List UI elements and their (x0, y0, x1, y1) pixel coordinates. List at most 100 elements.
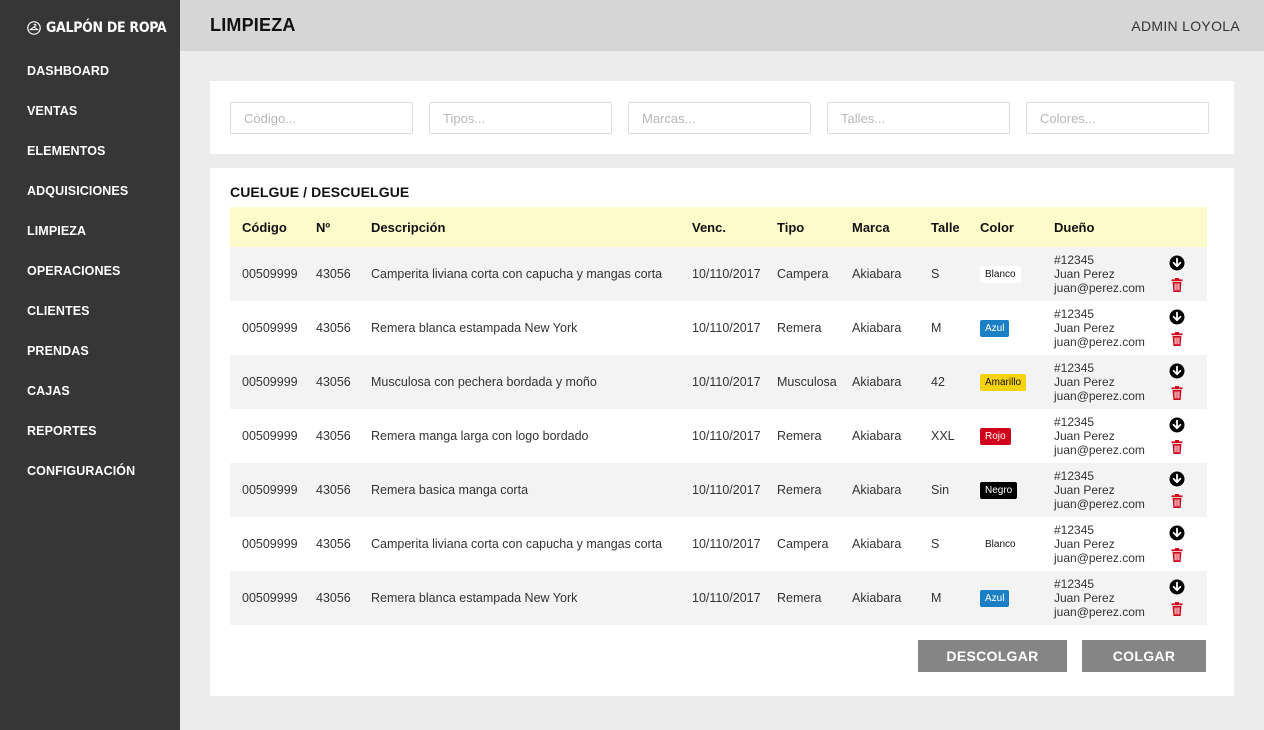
table-row[interactable]: 00509999 43056 Musculosa con pechera bor… (230, 355, 1207, 409)
cell-actions (1157, 463, 1207, 517)
cell-dueno: #12345 Juan Perez juan@perez.com (1042, 301, 1157, 355)
trash-icon[interactable] (1169, 547, 1185, 563)
sidebar-item-elementos[interactable]: ELEMENTOS (0, 136, 180, 176)
descolgar-button[interactable]: DESCOLGAR (918, 640, 1067, 672)
sidebar-item-configuracion[interactable]: CONFIGURACIÓN (0, 456, 180, 496)
owner-id: #12345 (1054, 307, 1095, 321)
color-badge: Blanco (980, 265, 1021, 283)
trash-icon[interactable] (1169, 277, 1185, 293)
sidebar: GALPÓN DE ROPA DASHBOARD VENTAS ELEMENTO… (0, 0, 180, 730)
colgar-button[interactable]: COLGAR (1082, 640, 1206, 672)
arrow-down-circle-icon[interactable] (1169, 471, 1185, 487)
sidebar-item-operaciones[interactable]: OPERACIONES (0, 256, 180, 296)
owner-email[interactable]: juan@perez.com (1054, 335, 1157, 349)
owner-id: #12345 (1054, 523, 1095, 537)
column-header-talle[interactable]: Talle (919, 207, 968, 247)
column-header-color[interactable]: Color (968, 207, 1042, 247)
table-row[interactable]: 00509999 43056 Remera blanca estampada N… (230, 301, 1207, 355)
sidebar-item-cajas[interactable]: CAJAS (0, 376, 180, 416)
brand-name: GALPÓN DE ROPA (46, 20, 167, 36)
color-badge: Rojo (980, 427, 1011, 445)
cell-venc: 10/110/2017 (692, 429, 761, 443)
colores-filter-input[interactable] (1026, 102, 1209, 134)
sidebar-item-reportes[interactable]: REPORTES (0, 416, 180, 456)
arrow-down-circle-icon[interactable] (1169, 309, 1185, 325)
sidebar-item-limpieza[interactable]: LIMPIEZA (0, 216, 180, 256)
codigo-filter-input[interactable] (230, 102, 413, 134)
owner-email[interactable]: juan@perez.com (1054, 605, 1157, 619)
cell-venc: 10/110/2017 (692, 267, 761, 281)
table-row[interactable]: 00509999 43056 Remera blanca estampada N… (230, 571, 1207, 625)
owner-email[interactable]: juan@perez.com (1054, 497, 1157, 511)
trash-icon[interactable] (1169, 601, 1185, 617)
column-header-tipo[interactable]: Tipo (765, 207, 840, 247)
column-header-dueno[interactable]: Dueño (1042, 207, 1157, 247)
color-badge: Negro (980, 481, 1018, 499)
color-badge: Azul (980, 319, 1010, 337)
cell-descripcion: Camperita liviana corta con capucha y ma… (371, 267, 663, 281)
trash-icon[interactable] (1169, 493, 1185, 509)
cell-descripcion: Remera basica manga corta (371, 483, 529, 497)
sidebar-item-adquisiciones[interactable]: ADQUISICIONES (0, 176, 180, 216)
cell-marca: Akiabara (852, 429, 902, 443)
trash-icon[interactable] (1169, 385, 1185, 401)
top-bar: LIMPIEZA ADMIN LOYOLA (180, 0, 1264, 51)
arrow-down-circle-icon[interactable] (1169, 579, 1185, 595)
cell-marca: Akiabara (852, 483, 902, 497)
cell-color: Negro (968, 463, 1042, 517)
table-row[interactable]: 00509999 43056 Remera basica manga corta… (230, 463, 1207, 517)
arrow-down-circle-icon[interactable] (1169, 255, 1185, 271)
owner-email[interactable]: juan@perez.com (1054, 551, 1157, 565)
cell-descripcion: Remera blanca estampada New York (371, 321, 578, 335)
table-row[interactable]: 00509999 43056 Camperita liviana corta c… (230, 517, 1207, 571)
sidebar-item-clientes[interactable]: CLIENTES (0, 296, 180, 336)
filter-bar (210, 81, 1234, 154)
column-header-marca[interactable]: Marca (840, 207, 919, 247)
cell-talle: XXL (931, 429, 955, 443)
arrow-down-circle-icon[interactable] (1169, 525, 1185, 541)
marcas-filter-input[interactable] (628, 102, 811, 134)
cell-numero: 43056 (316, 375, 351, 389)
column-header-numero[interactable]: Nº (304, 207, 359, 247)
cell-actions (1157, 571, 1207, 625)
action-buttons: DESCOLGAR COLGAR (918, 640, 1206, 672)
sidebar-item-prendas[interactable]: PRENDAS (0, 336, 180, 376)
cell-numero: 43056 (316, 483, 351, 497)
cell-tipo: Remera (777, 591, 822, 605)
cell-actions (1157, 517, 1207, 571)
cell-codigo: 00509999 (242, 375, 298, 389)
cell-dueno: #12345 Juan Perez juan@perez.com (1042, 355, 1157, 409)
cell-descripcion: Remera blanca estampada New York (371, 591, 578, 605)
user-menu[interactable]: ADMIN LOYOLA (1131, 18, 1240, 34)
owner-email[interactable]: juan@perez.com (1054, 443, 1157, 457)
arrow-down-circle-icon[interactable] (1169, 417, 1185, 433)
owner-name: Juan Perez (1054, 429, 1115, 443)
trash-icon[interactable] (1169, 439, 1185, 455)
table-row[interactable]: 00509999 43056 Remera manga larga con lo… (230, 409, 1207, 463)
cell-venc: 10/110/2017 (692, 375, 761, 389)
owner-name: Juan Perez (1054, 591, 1115, 605)
cell-marca: Akiabara (852, 321, 902, 335)
garments-table: Código Nº Descripción Venc. Tipo Marca T… (230, 207, 1207, 625)
cell-color: Azul (968, 571, 1042, 625)
cell-talle: S (931, 267, 940, 281)
column-header-codigo[interactable]: Código (230, 207, 304, 247)
cell-numero: 43056 (316, 321, 351, 335)
cell-marca: Akiabara (852, 267, 902, 281)
sidebar-item-ventas[interactable]: VENTAS (0, 96, 180, 136)
hanger-circle-icon (27, 21, 41, 35)
sidebar-item-dashboard[interactable]: DASHBOARD (0, 56, 180, 96)
tipos-filter-input[interactable] (429, 102, 612, 134)
owner-email[interactable]: juan@perez.com (1054, 389, 1157, 403)
owner-id: #12345 (1054, 361, 1095, 375)
cell-tipo: Campera (777, 537, 829, 551)
arrow-down-circle-icon[interactable] (1169, 363, 1185, 379)
column-header-descripcion[interactable]: Descripción (359, 207, 680, 247)
table-row[interactable]: 00509999 43056 Camperita liviana corta c… (230, 247, 1207, 301)
cell-talle: Sin (931, 483, 950, 497)
trash-icon[interactable] (1169, 331, 1185, 347)
column-header-venc[interactable]: Venc. (680, 207, 765, 247)
talles-filter-input[interactable] (827, 102, 1010, 134)
brand[interactable]: GALPÓN DE ROPA (0, 0, 180, 56)
owner-email[interactable]: juan@perez.com (1054, 281, 1157, 295)
